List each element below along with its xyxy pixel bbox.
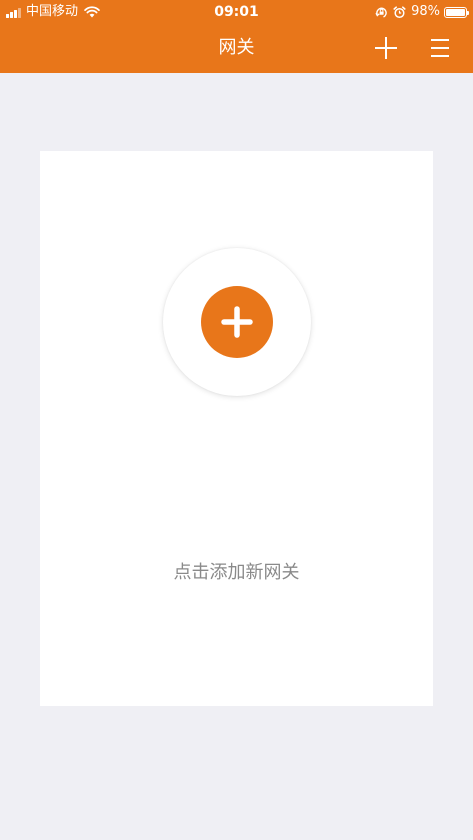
menu-icon: [431, 39, 449, 57]
status-bar: 中国移动 09:01 98%: [0, 0, 473, 24]
alarm-icon: [393, 5, 406, 19]
add-gateway-inner: [201, 286, 273, 358]
gateway-card: 点击添加新网关: [40, 151, 433, 706]
page-title: 网关: [218, 37, 255, 58]
nav-bar: 网关: [0, 24, 473, 73]
plus-icon: [221, 306, 253, 338]
add-gateway-button[interactable]: [374, 36, 398, 60]
header: 中国移动 09:01 98% 网关: [0, 0, 473, 73]
gateway-screen: 中国移动 09:01 98% 网关 点击添加新网关: [0, 0, 473, 840]
plus-icon: [375, 37, 397, 59]
status-right: 98%: [375, 3, 469, 21]
add-gateway-hint[interactable]: 点击添加新网关: [40, 561, 433, 585]
menu-button[interactable]: [428, 36, 452, 60]
battery-percent: 98%: [411, 4, 440, 19]
battery-icon: [444, 6, 469, 18]
orientation-lock-icon: [375, 6, 388, 19]
add-gateway-circle-button[interactable]: [163, 248, 311, 396]
